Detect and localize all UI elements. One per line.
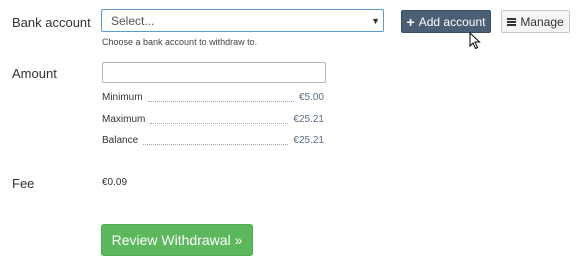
amount-input[interactable] (102, 62, 326, 83)
fee-value: €0.09 (102, 177, 128, 188)
dotted-leader (143, 143, 289, 145)
maximum-label: Maximum (102, 114, 146, 125)
review-withdrawal-button[interactable]: Review Withdrawal » (101, 224, 253, 256)
add-account-button-label: Add account (418, 14, 486, 29)
bank-account-select-value: Select... (111, 14, 155, 28)
plus-icon: + (406, 13, 415, 30)
manage-button-label: Manage (520, 14, 564, 29)
dotted-leader (150, 122, 289, 124)
minimum-row: Minimum €5.00 (102, 90, 324, 104)
minimum-label: Minimum (102, 92, 143, 103)
manage-button[interactable]: Manage (501, 10, 570, 33)
balance-label: Balance (102, 135, 139, 146)
bank-account-help-text: Choose a bank account to withdraw to. (102, 37, 258, 47)
mouse-cursor-icon (469, 32, 481, 50)
bank-account-label: Bank account (12, 15, 91, 30)
balance-row: Balance €25.21 (102, 133, 324, 147)
caret-down-icon: ▼ (371, 16, 380, 26)
balance-value: €25.21 (293, 135, 324, 146)
dotted-leader (147, 100, 294, 102)
bank-account-select[interactable]: Select... ▼ (101, 9, 384, 32)
maximum-row: Maximum €25.21 (102, 112, 324, 126)
amount-label: Amount (12, 66, 57, 81)
fee-label: Fee (12, 176, 35, 191)
minimum-value: €5.00 (298, 92, 324, 103)
maximum-value: €25.21 (293, 114, 324, 125)
add-account-button[interactable]: + Add account (401, 10, 491, 33)
list-icon (507, 17, 517, 26)
